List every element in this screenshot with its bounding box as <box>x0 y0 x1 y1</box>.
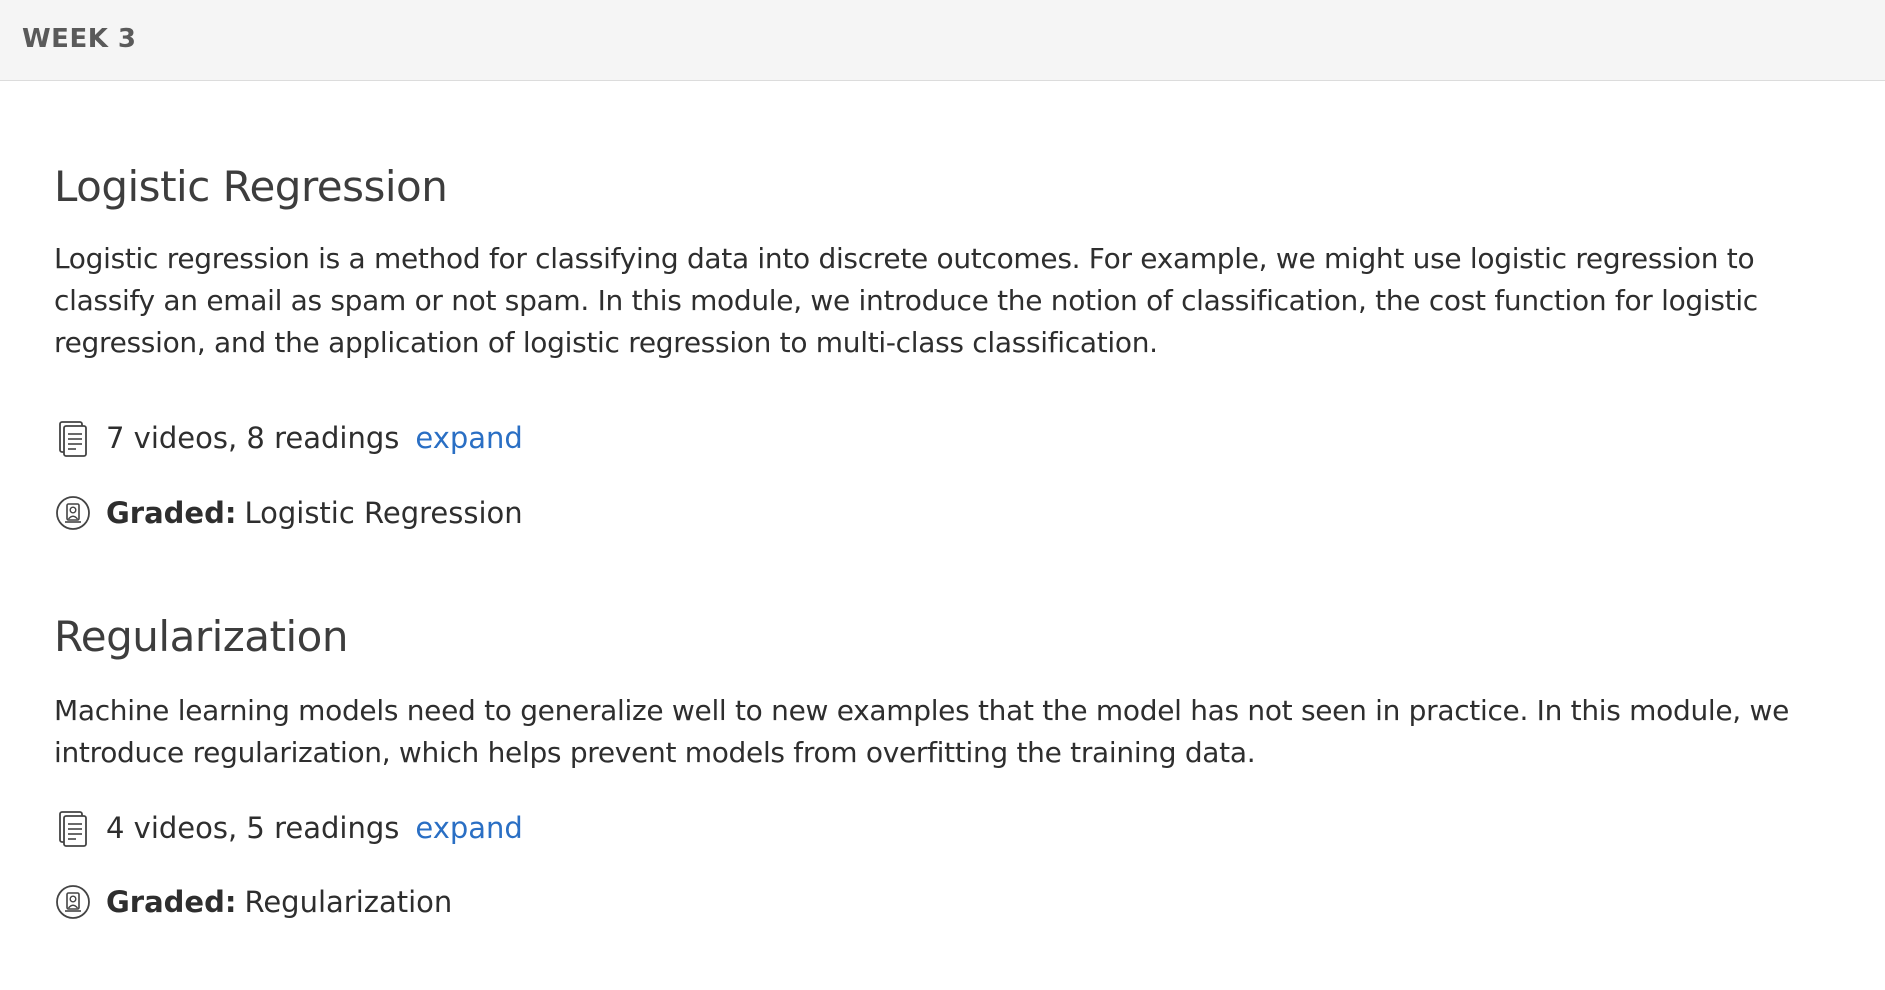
expand-link[interactable]: expand <box>415 811 522 845</box>
module-description-wrapper: Logistic regression is a method for clas… <box>54 238 1854 364</box>
expand-link[interactable]: expand <box>415 421 522 455</box>
module-logistic-regression: Logistic Regression <box>54 162 1854 212</box>
module-description: Logistic regression is a method for clas… <box>54 242 1758 359</box>
graded-row: Graded: Logistic Regression <box>54 493 523 533</box>
module-title: Regularization <box>54 612 349 661</box>
graded-row: Graded: Regularization <box>54 882 452 922</box>
graded-badge-icon <box>54 494 92 532</box>
graded-item[interactable]: Logistic Regression <box>244 496 522 530</box>
module-description-wrapper: Machine learning models need to generali… <box>54 690 1854 774</box>
document-icon <box>54 809 92 847</box>
graded-label: Graded: <box>106 885 237 919</box>
graded-item[interactable]: Regularization <box>244 885 452 919</box>
content-summary: 7 videos, 8 readings <box>106 421 400 455</box>
graded-label: Graded: <box>106 496 237 530</box>
graded-badge-icon <box>54 883 92 921</box>
module-title: Logistic Regression <box>54 162 448 211</box>
document-icon <box>54 419 92 457</box>
week-header: WEEK 3 <box>0 0 1885 81</box>
module-content-row: 4 videos, 5 readings expand <box>54 808 523 848</box>
week-label: WEEK 3 <box>22 24 137 54</box>
content-summary: 4 videos, 5 readings <box>106 811 400 845</box>
module-content-row: 7 videos, 8 readings expand <box>54 418 523 458</box>
module-description: Machine learning models need to generali… <box>54 694 1790 769</box>
module-regularization: Regularization <box>54 612 1854 662</box>
